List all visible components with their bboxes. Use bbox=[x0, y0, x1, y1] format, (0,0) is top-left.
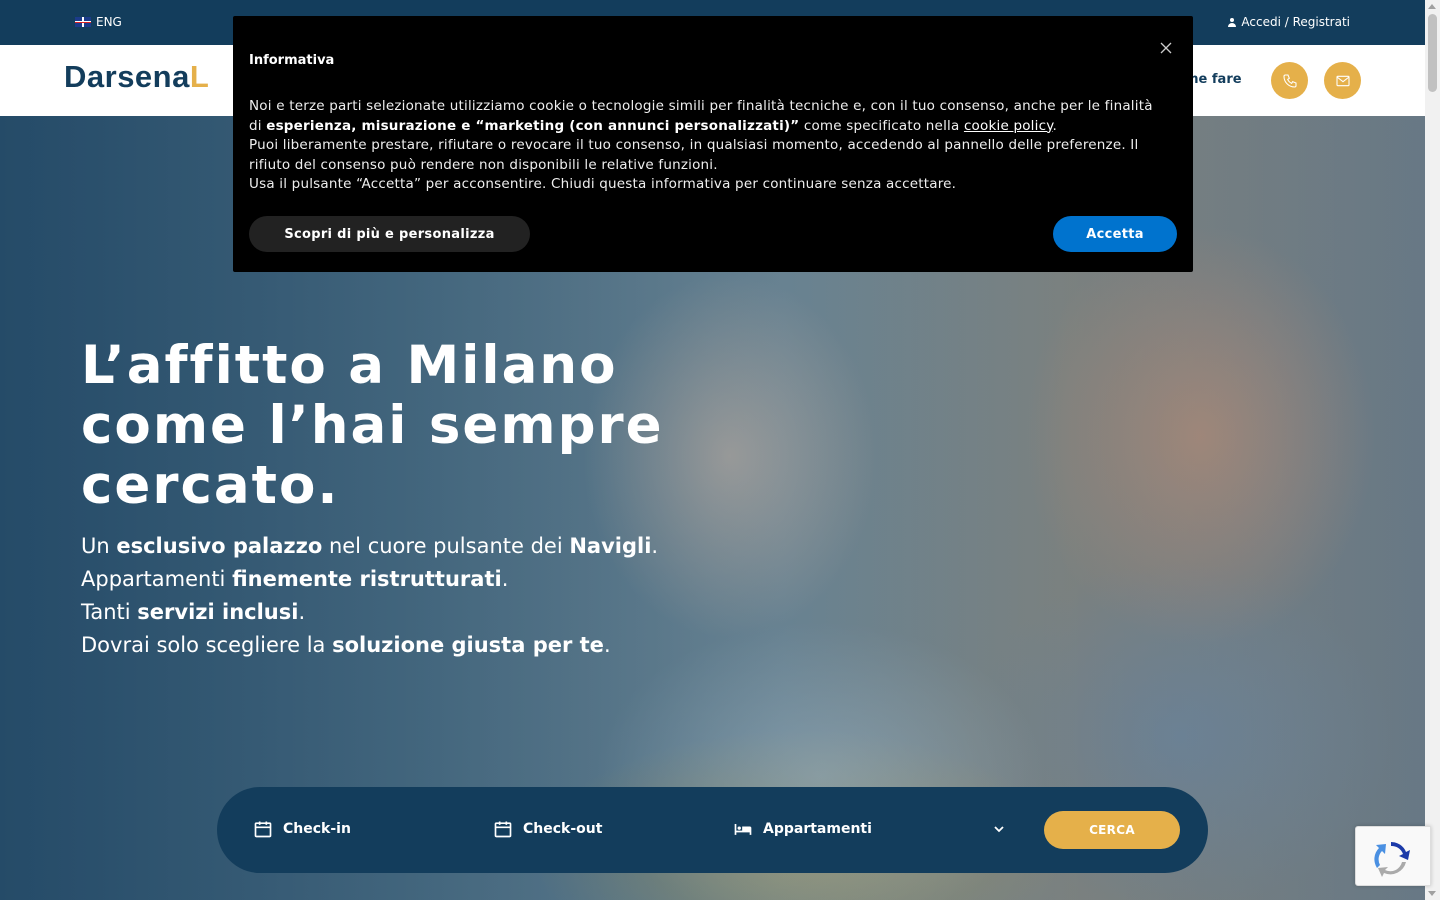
checkout-field[interactable]: Check-out bbox=[493, 819, 602, 839]
hero-line: Appartamenti finemente ristrutturati. bbox=[81, 567, 509, 591]
language-label: ENG bbox=[96, 15, 122, 29]
type-select[interactable]: Appartamenti bbox=[733, 819, 872, 839]
hero-subtitle: Un esclusivo palazzo nel cuore pulsante … bbox=[81, 530, 664, 662]
booking-search-bar: Check-in Check-out Appartamenti CERCA bbox=[217, 787, 1208, 873]
close-icon[interactable] bbox=[1160, 42, 1172, 54]
cookie-policy-link[interactable]: cookie policy bbox=[964, 118, 1053, 134]
site-logo[interactable]: DarsenaL bbox=[64, 59, 209, 95]
scrollbar-thumb[interactable] bbox=[1428, 14, 1437, 92]
cookie-paragraph: Puoi liberamente prestare, rifiutare o r… bbox=[249, 137, 1139, 173]
checkin-field[interactable]: Check-in bbox=[253, 819, 351, 839]
calendar-icon bbox=[494, 821, 512, 838]
recaptcha-badge[interactable] bbox=[1355, 826, 1431, 886]
hero-line: Un esclusivo palazzo nel cuore pulsante … bbox=[81, 534, 659, 558]
login-link[interactable]: Accedi / Registrati bbox=[1228, 15, 1350, 29]
hero-title-line: L’affitto a Milano bbox=[81, 335, 618, 396]
calendar-icon bbox=[254, 821, 272, 838]
hero-title-line: cercato. bbox=[81, 455, 340, 516]
checkout-label: Check-out bbox=[523, 821, 603, 837]
cookie-paragraph: Usa il pulsante “Accetta” per acconsenti… bbox=[249, 176, 957, 192]
cookie-title: Informativa bbox=[249, 53, 335, 68]
bed-icon bbox=[734, 824, 752, 835]
login-label: Accedi / Registrati bbox=[1241, 15, 1350, 29]
hero-line: Tanti servizi inclusi. bbox=[81, 600, 306, 624]
email-button[interactable] bbox=[1324, 62, 1361, 99]
hero-line: Dovrai solo scegliere la soluzione giust… bbox=[81, 633, 611, 657]
cookie-paragraph: Noi e terze parti selezionate utilizziam… bbox=[249, 98, 1153, 134]
hero-title-line: come l’hai sempre bbox=[81, 395, 664, 456]
scroll-up-arrow-icon[interactable] bbox=[1428, 4, 1436, 9]
hero-text: L’affitto a Milano come l’hai sempre cer… bbox=[81, 336, 664, 662]
scroll-down-arrow-icon[interactable] bbox=[1428, 891, 1436, 896]
recaptcha-icon bbox=[1374, 841, 1410, 877]
checkin-label: Check-in bbox=[283, 821, 351, 837]
customize-button[interactable]: Scopri di più e personalizza bbox=[249, 216, 530, 252]
phone-button[interactable] bbox=[1271, 62, 1308, 99]
chevron-down-icon[interactable] bbox=[993, 823, 1005, 835]
phone-icon bbox=[1282, 73, 1297, 88]
cookie-text: Noi e terze parti selezionate utilizziam… bbox=[249, 97, 1159, 195]
user-icon bbox=[1228, 17, 1237, 27]
mail-icon bbox=[1335, 75, 1350, 86]
hero-title: L’affitto a Milano come l’hai sempre cer… bbox=[81, 336, 664, 516]
search-button[interactable]: CERCA bbox=[1044, 811, 1180, 849]
language-switch[interactable]: ENG bbox=[75, 15, 122, 29]
accept-button[interactable]: Accetta bbox=[1053, 216, 1177, 252]
logo-main: Darsena bbox=[64, 59, 190, 94]
uk-flag-icon bbox=[75, 17, 91, 27]
type-label: Appartamenti bbox=[763, 821, 872, 837]
cookie-consent-dialog: Informativa Noi e terze parti selezionat… bbox=[233, 16, 1193, 272]
nav-link-come-fare[interactable]: me fare bbox=[1185, 72, 1242, 87]
page-scrollbar[interactable] bbox=[1425, 0, 1440, 900]
logo-accent: L bbox=[189, 59, 210, 94]
